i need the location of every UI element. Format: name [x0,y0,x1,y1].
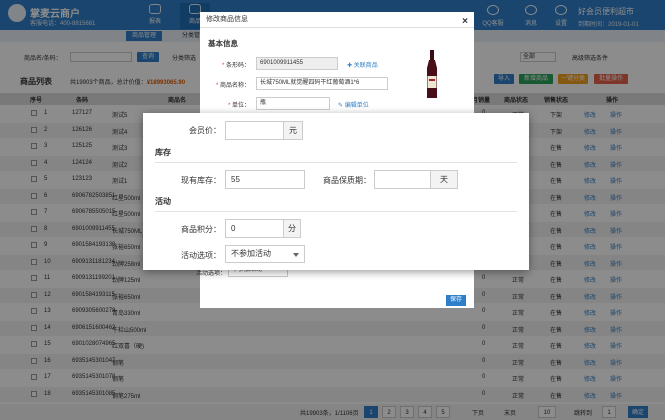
name-label: * 商品名称： [215,83,250,89]
section-activity: 活动 [155,197,171,206]
barcode-field[interactable]: 6901009911455 [256,57,338,70]
member-price-label: 会员价： [189,126,221,135]
chevron-down-icon [293,253,299,257]
link-edit-unit[interactable]: ✎ 编辑单位 [338,100,369,109]
link-icon: ✚ [347,63,354,69]
stock-input[interactable]: 55 [225,170,305,189]
unit-label: * 单位： [227,103,250,109]
points-input[interactable]: 0 [225,219,285,238]
unit-select[interactable]: 瓶 [256,97,330,110]
member-price-unit: 元 [283,121,303,140]
stock-label: 现有库存： [181,176,221,185]
activity-select[interactable]: 不参加活动 [225,245,305,263]
shelf-life-input[interactable] [374,170,432,189]
edit-icon: ✎ [338,103,345,109]
details-panel: 会员价： 元 库存 现有库存： 55 商品保质期： 天 活动 商品积分： 0 分… [143,113,529,270]
product-image [427,50,437,98]
points-label: 商品积分： [181,225,221,234]
points-unit: 分 [283,219,301,238]
shelf-life-unit: 天 [430,170,458,189]
stock-divider [155,162,517,163]
close-icon[interactable]: × [462,14,468,30]
activity-label: 活动选项： [181,251,221,260]
barcode-label: * 条形码： [221,63,250,69]
shelf-life-label: 商品保质期： [323,176,371,185]
member-price-input[interactable] [225,121,285,140]
dialog-title: 修改商品信息 × [200,12,474,28]
section-basic-info: 基本信息 [208,39,238,48]
activity-divider [155,211,517,212]
link-related-goods[interactable]: ✚ 关联商品 [347,60,378,69]
save-button[interactable]: 保存 [446,295,466,306]
section-stock: 库存 [155,148,171,157]
goods-name-field[interactable]: 长城750ML就觉醒四码干红葡萄酒1*6 [256,77,388,90]
